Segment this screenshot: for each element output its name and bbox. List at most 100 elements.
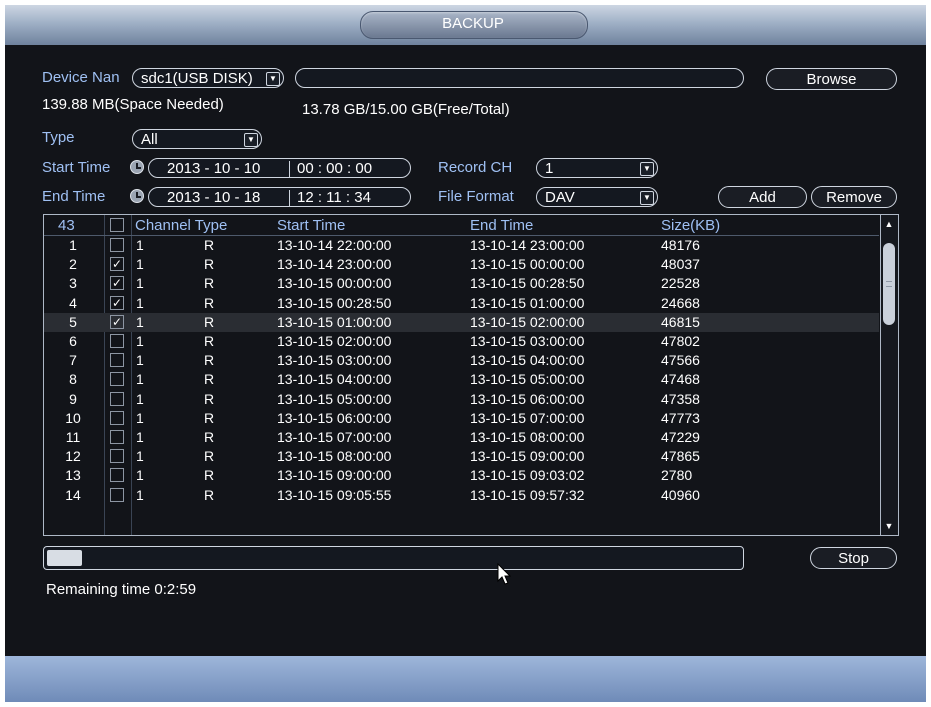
row-channel: 1 (136, 313, 144, 330)
table-row[interactable]: 6 1 R 13-10-15 02:00:00 13-10-15 03:00:00 478… (44, 332, 879, 351)
row-checkbox[interactable] (110, 391, 124, 406)
scroll-thumb[interactable] (883, 243, 895, 325)
row-index: 3 (69, 275, 77, 292)
row-index: 4 (69, 294, 77, 311)
select-all-checkbox[interactable] (110, 218, 124, 232)
row-end-time: 13-10-15 07:00:00 (470, 409, 585, 426)
stop-button[interactable]: Stop (810, 547, 897, 569)
table-row[interactable]: 14 1 R 13-10-15 09:05:55 13-10-15 09:57:32 40… (44, 486, 879, 505)
row-start-time: 13-10-15 09:00:00 (277, 467, 392, 484)
table-row[interactable]: 3 ✓ 1 R 13-10-15 00:00:00 13-10-15 00:28:50 22… (44, 274, 879, 293)
scroll-up-icon[interactable]: ▲ (883, 217, 895, 231)
end-time-field[interactable]: 2013 - 10 - 18 12 : 11 : 34 (148, 187, 411, 207)
record-ch-select[interactable]: 1 ▼ (536, 158, 658, 178)
table-row[interactable]: 2 ✓ 1 R 13-10-14 23:00:00 13-10-15 00:00:00 48… (44, 255, 879, 274)
row-start-time: 13-10-15 05:00:00 (277, 390, 392, 407)
table-row[interactable]: 9 1 R 13-10-15 05:00:00 13-10-15 06:00:00 473… (44, 390, 879, 409)
chevron-down-icon: ▼ (244, 133, 258, 147)
row-checkbox[interactable] (110, 353, 124, 368)
row-start-time: 13-10-15 04:00:00 (277, 371, 392, 388)
row-channel: 1 (136, 390, 144, 407)
row-start-time: 13-10-15 06:00:00 (277, 409, 392, 426)
row-end-time: 13-10-15 00:00:00 (470, 256, 585, 273)
row-end-time: 13-10-15 02:00:00 (470, 313, 585, 330)
row-checkbox[interactable]: ✓ (110, 295, 124, 310)
row-channel: 1 (136, 429, 144, 445)
file-format-value: DAV (545, 189, 575, 206)
row-end-time: 13-10-15 09:03:02 (470, 467, 585, 484)
row-record-type: R (204, 294, 215, 311)
type-select[interactable]: All ▼ (132, 129, 262, 149)
row-size: 47773 (661, 409, 700, 426)
row-start-time: 13-10-15 03:00:00 (277, 352, 392, 369)
scroll-down-icon[interactable]: ▼ (883, 519, 895, 533)
start-date[interactable]: 2013 - 10 - 10 (167, 159, 260, 179)
row-checkbox[interactable] (110, 468, 124, 483)
table-row[interactable]: 13 1 R 13-10-15 09:00:00 13-10-15 09:03:02 27… (44, 466, 879, 485)
end-clock-time[interactable]: 12 : 11 : 34 (297, 188, 371, 208)
start-time-label: Start Time (42, 159, 111, 176)
table-row[interactable]: 5 ✓ 1 R 13-10-15 01:00:00 13-10-15 02:00:00 46… (44, 312, 879, 332)
row-size: 40960 (661, 486, 700, 503)
path-field[interactable] (295, 68, 744, 88)
table-header: 43 Channel Type Start Time End Time Size… (44, 215, 879, 236)
row-start-time: 13-10-15 07:00:00 (277, 429, 392, 445)
row-checkbox[interactable] (110, 410, 124, 425)
type-label: Type (42, 129, 75, 146)
field-divider (289, 161, 290, 177)
table-row[interactable]: 11 1 R 13-10-15 07:00:00 13-10-15 08:00:00 47… (44, 428, 879, 447)
row-checkbox[interactable] (110, 372, 124, 387)
row-checkbox[interactable]: ✓ (110, 257, 124, 272)
row-channel: 1 (136, 467, 144, 484)
table-row[interactable]: 10 1 R 13-10-15 06:00:00 13-10-15 07:00:00 47… (44, 409, 879, 428)
footer-bar (5, 656, 926, 702)
space-needed: 139.88 MB(Space Needed) (42, 96, 224, 113)
start-clock-time[interactable]: 00 : 00 : 00 (297, 159, 372, 179)
row-start-time: 13-10-15 09:05:55 (277, 486, 392, 503)
row-channel: 1 (136, 448, 144, 465)
row-index: 10 (65, 409, 81, 426)
browse-button[interactable]: Browse (766, 68, 897, 90)
row-end-time: 13-10-15 09:57:32 (470, 486, 585, 503)
end-date[interactable]: 2013 - 10 - 18 (167, 188, 260, 208)
row-index: 12 (65, 448, 81, 465)
file-format-select[interactable]: DAV ▼ (536, 187, 658, 207)
start-time-field[interactable]: 2013 - 10 - 10 00 : 00 : 00 (148, 158, 411, 178)
row-end-time: 13-10-15 08:00:00 (470, 429, 585, 445)
vertical-scrollbar[interactable]: ▲ ▼ (880, 215, 898, 535)
row-checkbox[interactable] (110, 449, 124, 464)
type-select-value: All (141, 131, 158, 148)
row-size: 2780 (661, 467, 693, 484)
backup-window: BACKUP Device Nan sdc1(USB DISK) ▼ Brows… (5, 5, 926, 702)
table-row[interactable]: 12 1 R 13-10-15 08:00:00 13-10-15 09:00:00 47… (44, 447, 879, 466)
row-record-type: R (204, 409, 215, 426)
table-row[interactable]: 8 1 R 13-10-15 04:00:00 13-10-15 05:00:00 474… (44, 370, 879, 389)
progress-fill (47, 550, 82, 566)
row-start-time: 13-10-15 01:00:00 (277, 313, 392, 330)
add-button[interactable]: Add (718, 186, 807, 208)
row-end-time: 13-10-14 23:00:00 (470, 237, 585, 253)
row-checkbox[interactable] (110, 487, 124, 502)
row-checkbox[interactable]: ✓ (110, 276, 124, 291)
row-end-time: 13-10-15 09:00:00 (470, 448, 585, 465)
row-checkbox[interactable] (110, 334, 124, 348)
row-channel: 1 (136, 237, 144, 253)
row-end-time: 13-10-15 05:00:00 (470, 371, 585, 388)
device-select[interactable]: sdc1(USB DISK) ▼ (132, 68, 284, 88)
table-row[interactable]: 4 ✓ 1 R 13-10-15 00:28:50 13-10-15 01:00:00 24… (44, 294, 879, 313)
start-time-header: Start Time (277, 217, 346, 234)
row-size: 47229 (661, 429, 700, 445)
table-row[interactable]: 7 1 R 13-10-15 03:00:00 13-10-15 04:00:00 475… (44, 351, 879, 370)
row-checkbox[interactable] (110, 430, 124, 444)
row-index: 11 (65, 429, 81, 445)
row-checkbox[interactable] (110, 238, 124, 252)
row-checkbox[interactable]: ✓ (110, 314, 124, 329)
row-start-time: 13-10-15 00:28:50 (277, 294, 392, 311)
row-start-time: 13-10-14 22:00:00 (277, 237, 392, 253)
row-size: 46815 (661, 313, 700, 330)
row-size: 47865 (661, 448, 700, 465)
remove-button[interactable]: Remove (811, 186, 897, 208)
clock-icon (130, 189, 144, 203)
row-record-type: R (204, 467, 215, 484)
table-row[interactable]: 1 1 R 13-10-14 22:00:00 13-10-14 23:00:00 481… (44, 236, 879, 255)
